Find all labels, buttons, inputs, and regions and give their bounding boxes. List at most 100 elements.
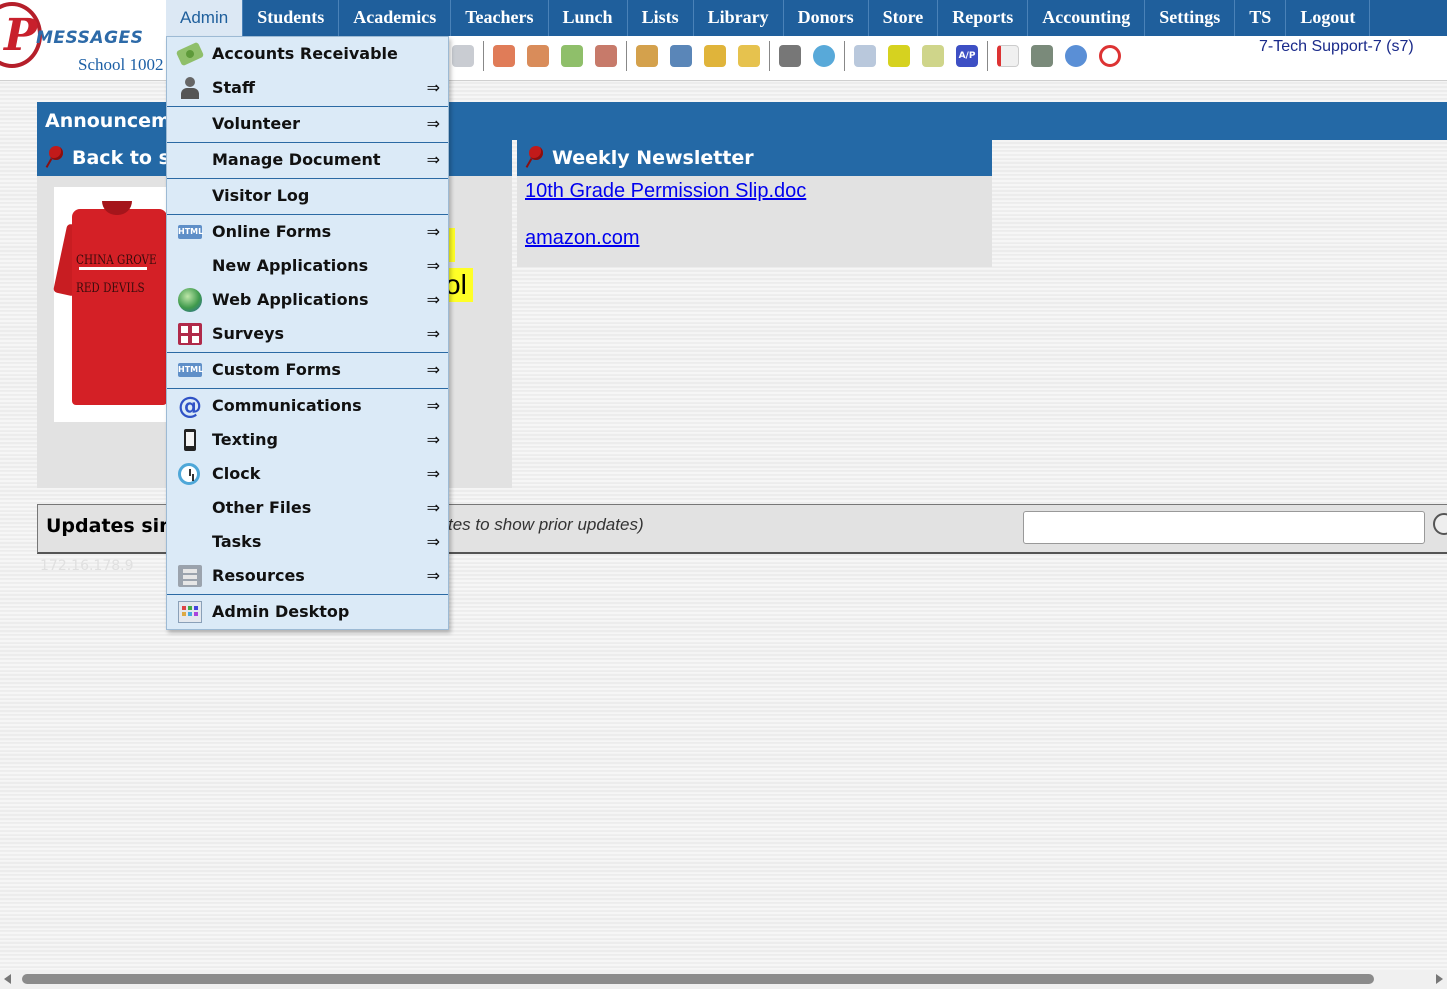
admin-menu-item-manage-document[interactable]: Manage Document ⇒	[167, 143, 448, 179]
admin-menu-label: Texting	[212, 430, 278, 449]
scroll-right-arrow[interactable]	[1436, 974, 1443, 984]
help-icon[interactable]	[1065, 45, 1087, 67]
admin-menu-label: Communications	[212, 396, 362, 415]
at-icon: @	[178, 392, 202, 420]
admin-menu-label: Resources	[212, 566, 305, 585]
export-icon[interactable]	[738, 45, 760, 67]
admin-menu-item-accounts-receivable[interactable]: Accounts Receivable	[167, 37, 448, 71]
clock-icon[interactable]	[813, 45, 835, 67]
admin-menu-item-custom-forms[interactable]: HTML Custom Forms ⇒	[167, 353, 448, 389]
nav-ts[interactable]: TS	[1235, 0, 1287, 36]
submenu-arrow-icon: ⇒	[426, 290, 440, 309]
search-icon[interactable]	[1433, 513, 1447, 535]
files-icon	[178, 565, 202, 587]
scrollbar-thumb[interactable]	[22, 974, 1374, 984]
submenu-arrow-icon: ⇒	[426, 464, 440, 483]
html-icon: HTML	[178, 363, 203, 377]
admin-menu-item-visitor-log[interactable]: Visitor Log	[167, 179, 448, 215]
admin-menu-item-web-applications[interactable]: Web Applications ⇒	[167, 283, 448, 317]
admin-menu-label: Visitor Log	[212, 186, 310, 205]
nav-lunch[interactable]: Lunch	[549, 0, 628, 36]
nav-academics[interactable]: Academics	[339, 0, 452, 36]
ip-address-text: 172.16.178.9	[40, 558, 134, 574]
weekly-newsletter-panel: Weekly Newsletter 10th Grade Permission …	[517, 140, 992, 267]
horizontal-scrollbar[interactable]	[0, 970, 1447, 989]
admin-menu-label: Staff	[212, 78, 255, 97]
nav-donors[interactable]: Donors	[784, 0, 869, 36]
admin-menu-item-staff[interactable]: Staff ⇒	[167, 71, 448, 107]
school-logo[interactable]: P MESSAGES School 1002	[0, 0, 166, 78]
printer-icon[interactable]	[922, 45, 944, 67]
megaphone-icon[interactable]	[452, 45, 474, 67]
admin-menu-label: Web Applications	[212, 290, 369, 309]
submenu-arrow-icon: ⇒	[426, 78, 440, 97]
admin-menu-item-texting[interactable]: Texting ⇒	[167, 423, 448, 457]
globe-icon	[178, 288, 202, 312]
broom-icon[interactable]	[704, 45, 726, 67]
student-icon[interactable]	[527, 45, 549, 67]
admin-menu-item-clock[interactable]: Clock ⇒	[167, 457, 448, 491]
admin-menu-label: Tasks	[212, 532, 262, 551]
clock-icon	[178, 463, 200, 485]
newsletter-link-permission-slip[interactable]: 10th Grade Permission Slip.doc	[525, 180, 992, 203]
money-icon[interactable]	[561, 45, 583, 67]
admin-menu-label: Surveys	[212, 324, 285, 343]
admin-menu-item-online-forms[interactable]: HTML Online Forms ⇒	[167, 215, 448, 249]
table-icon[interactable]	[854, 45, 876, 67]
admin-menu-item-admin-desktop[interactable]: Admin Desktop	[167, 595, 448, 629]
admin-menu-item-tasks[interactable]: Tasks ⇒	[167, 525, 448, 559]
weekly-newsletter-title: Weekly Newsletter	[552, 147, 754, 169]
admin-menu-item-other-files[interactable]: Other Files ⇒	[167, 491, 448, 525]
nav-students[interactable]: Students	[243, 0, 340, 36]
newsletter-link-amazon[interactable]: amazon.com	[525, 227, 992, 250]
admin-menu-item-surveys[interactable]: Surveys ⇒	[167, 317, 448, 353]
nav-reports[interactable]: Reports	[938, 0, 1029, 36]
admin-menu-label: Other Files	[212, 498, 312, 517]
ap-icon[interactable]: A/P	[956, 45, 978, 67]
school-name: School 1002	[78, 55, 164, 74]
book-icon[interactable]	[670, 45, 692, 67]
staff-icon[interactable]	[779, 45, 801, 67]
nav-library[interactable]: Library	[694, 0, 784, 36]
nav-settings[interactable]: Settings	[1145, 0, 1236, 36]
submenu-arrow-icon: ⇒	[426, 566, 440, 585]
money-icon	[175, 41, 205, 67]
admin-menu-label: Custom Forms	[212, 360, 341, 379]
card-icon[interactable]	[888, 45, 910, 67]
updates-hint: tes to show prior updates)	[448, 515, 644, 534]
admin-menu-item-resources[interactable]: Resources ⇒	[167, 559, 448, 595]
cash-register-icon[interactable]	[1031, 45, 1053, 67]
nav-logout[interactable]: Logout	[1286, 0, 1371, 36]
scroll-left-arrow[interactable]	[4, 974, 11, 984]
group-icon[interactable]	[595, 45, 617, 67]
pushpin-icon	[525, 146, 543, 168]
quick-toolbar: A/P	[446, 38, 1127, 74]
stop-icon[interactable]	[1099, 45, 1121, 67]
admin-menu-label: Accounts Receivable	[212, 44, 398, 63]
submenu-arrow-icon: ⇒	[426, 498, 440, 517]
admin-menu-item-volunteer[interactable]: Volunteer ⇒	[167, 107, 448, 143]
logo-wordmark: MESSAGES	[36, 28, 144, 48]
nav-admin[interactable]: Admin	[166, 0, 244, 36]
add-student-icon[interactable]	[493, 45, 515, 67]
admin-menu-item-new-applications[interactable]: New Applications ⇒	[167, 249, 448, 283]
updates-search-input[interactable]	[1023, 511, 1425, 544]
admin-menu-label: Volunteer	[212, 114, 301, 133]
nav-lists[interactable]: Lists	[628, 0, 694, 36]
admin-menu-label: Admin Desktop	[212, 602, 350, 621]
submenu-arrow-icon: ⇒	[426, 430, 440, 449]
lunch-icon[interactable]	[636, 45, 658, 67]
nav-teachers[interactable]: Teachers	[451, 0, 549, 36]
submenu-arrow-icon: ⇒	[426, 532, 440, 551]
admin-menu-label: New Applications	[212, 256, 369, 275]
nav-store[interactable]: Store	[869, 0, 939, 36]
html-icon: HTML	[178, 225, 203, 239]
staff-icon	[178, 77, 202, 99]
nav-accounting[interactable]: Accounting	[1028, 0, 1146, 36]
admin-menu-item-communications[interactable]: @ Communications ⇒	[167, 389, 448, 423]
pdf-icon[interactable]	[997, 45, 1019, 67]
admin-dropdown-menu: Accounts Receivable Staff ⇒ Volunteer ⇒ Manag…	[166, 36, 449, 630]
admin-menu-label: Manage Document	[212, 150, 381, 169]
shirt-text-line-1: CHINA GROVE	[76, 253, 157, 268]
highlighted-text-fragment: ol	[447, 268, 473, 302]
